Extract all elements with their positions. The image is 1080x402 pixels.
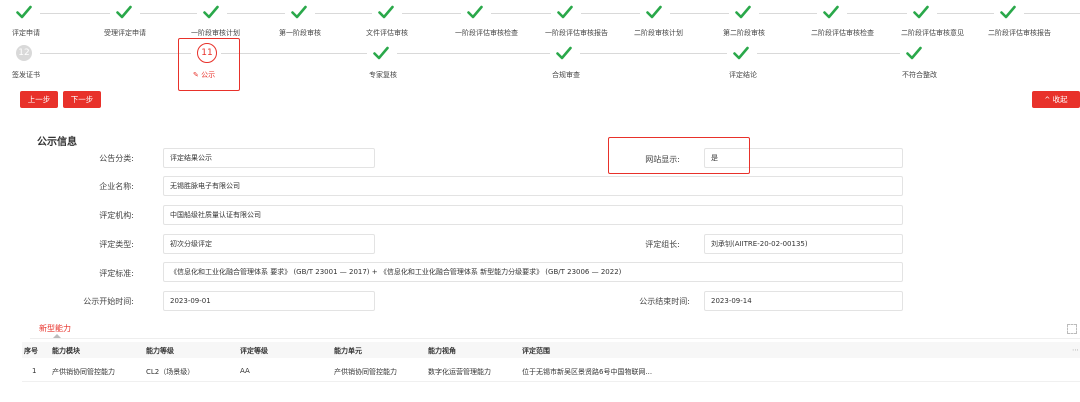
company-field[interactable]: 无锡胜脉电子有限公司	[163, 176, 903, 196]
table-cell: 产供销协同管控能力	[52, 368, 115, 376]
step-label[interactable]: 第二阶段审核	[723, 28, 765, 38]
table-cell: 数字化运营管理能力	[428, 368, 491, 376]
check-icon	[733, 45, 751, 63]
step-connector	[40, 13, 110, 14]
collapse-label: 收起	[1052, 95, 1068, 104]
category-field[interactable]: 评定结果公示	[163, 148, 375, 168]
company-label: 企业名称:	[99, 182, 134, 191]
table-cell: CL2（场景级）	[146, 368, 195, 376]
table-header-cell: 能力视角	[428, 347, 456, 355]
website-highlight	[608, 137, 750, 174]
org-label: 评定机构:	[99, 211, 134, 220]
end-date-field[interactable]: 2023-09-14	[704, 291, 903, 311]
prev-step-button[interactable]: 上一步	[20, 91, 58, 108]
fullscreen-icon[interactable]	[1067, 324, 1077, 334]
step-connector	[757, 53, 900, 54]
step-connector	[40, 53, 191, 54]
step-connector	[315, 13, 372, 14]
step-label[interactable]: 一阶段审核计划	[191, 28, 240, 38]
standard-label: 评定标准:	[99, 269, 134, 278]
collapse-button[interactable]: ^ 收起	[1032, 91, 1080, 108]
type-label: 评定类型:	[99, 240, 134, 249]
check-icon	[913, 4, 931, 22]
check-icon	[1000, 4, 1018, 22]
step-label[interactable]: 不符合整改	[902, 70, 937, 80]
check-icon	[557, 4, 575, 22]
check-icon	[378, 4, 396, 22]
step-number: 12	[16, 45, 32, 61]
check-icon	[906, 45, 924, 63]
check-icon	[203, 4, 221, 22]
step-connector	[580, 53, 727, 54]
check-icon	[467, 4, 485, 22]
table-header-cell: 能力等级	[146, 347, 174, 355]
table-header-cell: 评定范围	[522, 347, 550, 355]
start-date-label: 公示开始时间:	[83, 297, 134, 306]
check-icon	[735, 4, 753, 22]
table-header-cell: 序号	[24, 347, 38, 355]
leader-label: 评定组长:	[645, 240, 680, 249]
step-connector	[847, 13, 907, 14]
section-title: 公示信息	[37, 137, 77, 148]
step-label[interactable]: 评定结论	[729, 70, 757, 80]
table-cell: 产供销协同管控能力	[334, 368, 397, 376]
step-connector	[759, 13, 817, 14]
chevron-up-icon: ^	[1044, 96, 1051, 104]
tab-new-capability[interactable]: 新型能力	[39, 323, 71, 334]
end-date-label: 公示结束时间:	[639, 297, 690, 306]
step-label[interactable]: 一阶段评估审核检查	[455, 28, 518, 38]
step-label[interactable]: 文件评估审核	[366, 28, 408, 38]
step-label[interactable]: 第一阶段审核	[279, 28, 321, 38]
check-icon	[373, 45, 391, 63]
next-step-button[interactable]: 下一步	[63, 91, 101, 108]
step-label[interactable]: 受理评定申请	[104, 28, 146, 38]
category-label: 公告分类:	[99, 154, 134, 163]
step-connector	[227, 13, 285, 14]
step-connector	[491, 13, 551, 14]
step-label[interactable]: 二阶段评估审核报告	[988, 28, 1051, 38]
step-label[interactable]: 签发证书	[12, 70, 40, 80]
standard-field[interactable]: 《信息化和工业化融合管理体系 要求》 (GB/T 23001 — 2017) +…	[163, 262, 903, 282]
current-step-highlight	[178, 38, 240, 91]
table-header-cell: 评定等级	[240, 347, 268, 355]
type-field[interactable]: 初次分级评定	[163, 234, 375, 254]
check-icon	[556, 45, 574, 63]
start-date-field[interactable]: 2023-09-01	[163, 291, 375, 311]
step-connector	[1024, 13, 1080, 14]
step-label[interactable]: 二阶段评估审核检查	[811, 28, 874, 38]
check-icon	[16, 4, 34, 22]
step-label[interactable]: 专家复核	[369, 70, 397, 80]
check-icon	[291, 4, 309, 22]
check-icon	[823, 4, 841, 22]
table-cell: AA	[240, 367, 250, 375]
step-connector	[402, 13, 461, 14]
step-label[interactable]: 评定申请	[12, 28, 40, 38]
step-connector	[221, 53, 367, 54]
step-connector	[937, 13, 994, 14]
table-cell: 位于无锡市新吴区景贤路6号中国物联网...	[522, 368, 653, 376]
leader-field[interactable]: 刘承钊(AIITRE-20-02-00135)	[704, 234, 903, 254]
step-connector	[397, 53, 550, 54]
step-connector	[140, 13, 197, 14]
table-cell: 1	[32, 367, 37, 375]
row-divider	[22, 381, 1080, 382]
step-connector	[581, 13, 640, 14]
check-icon	[116, 4, 134, 22]
step-connector	[670, 13, 729, 14]
step-label[interactable]: 合规审查	[552, 70, 580, 80]
step-label[interactable]: 一阶段评估审核报告	[545, 28, 608, 38]
org-field[interactable]: 中国船级社质量认证有限公司	[163, 205, 903, 225]
step-label[interactable]: 二阶段评估审核意见	[901, 28, 964, 38]
step-label[interactable]: 二阶段审核计划	[634, 28, 683, 38]
tab-underline	[30, 338, 1080, 339]
table-header-bg	[22, 342, 1080, 358]
table-header-cell: 能力单元	[334, 347, 362, 355]
check-icon	[646, 4, 664, 22]
table-header-cell: 能力模块	[52, 347, 80, 355]
tab-active-marker	[53, 334, 61, 338]
column-settings-icon[interactable]: ⋯	[1072, 346, 1079, 354]
